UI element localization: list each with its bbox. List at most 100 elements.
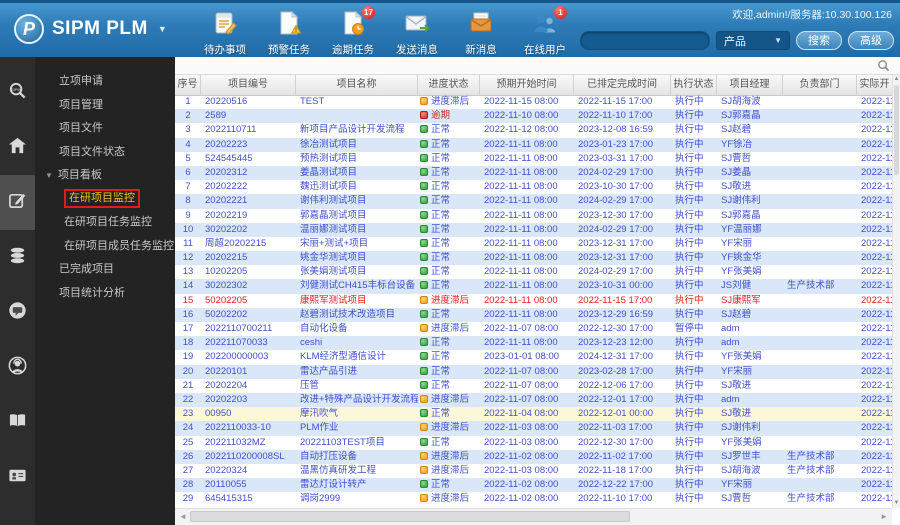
table-row[interactable]: 21 20202204 压管 正常 2022-11-07 08:00 2022-12-06… <box>175 379 892 393</box>
toolbar-send-message[interactable]: 发送消息 <box>385 10 449 57</box>
cell-project-name[interactable]: 摩汛吹气 <box>296 407 418 421</box>
cell-project-code[interactable]: 20202203 <box>201 393 296 407</box>
cell-project-code[interactable]: 20202204 <box>201 379 296 393</box>
chevron-down-icon[interactable]: ▼ <box>158 24 167 34</box>
column-header[interactable]: 项目编号 <box>201 75 296 95</box>
table-row[interactable]: 13 10202205 张美娟测试项目 正常 2022-11-11 08:00 2024-… <box>175 265 892 279</box>
cell-project-code[interactable]: 30202202 <box>201 223 296 237</box>
cell-project-code[interactable]: 20220101 <box>201 365 296 379</box>
cell-project-name[interactable]: 自动打压设备 <box>296 450 418 464</box>
menu-item-active[interactable]: 在研项目监控 <box>35 188 175 212</box>
cell-project-code[interactable]: 20202215 <box>201 251 296 265</box>
cell-project-code[interactable]: 202211032MZ <box>201 436 296 450</box>
table-row[interactable]: 7 20202222 魏迅测试项目 正常 2022-11-11 08:00 2023-10… <box>175 180 892 194</box>
table-row[interactable]: 1 20220516 TEST 进度滞后 2022-11-15 08:00 2022-11… <box>175 95 892 109</box>
menu-item[interactable]: 项目统计分析 <box>35 282 175 306</box>
table-row[interactable]: 15 50202205 康熙军测试项目 进度滞后 2022-11-11 08:00 202… <box>175 294 892 308</box>
scroll-down-icon[interactable]: ▼ <box>893 500 900 507</box>
scroll-up-icon[interactable]: ▲ <box>893 76 900 83</box>
cell-project-name[interactable] <box>296 109 418 123</box>
cell-project-name[interactable]: 谢伟利测试项目 <box>296 194 418 208</box>
cell-project-code[interactable]: 20220516 <box>201 95 296 109</box>
cell-project-code[interactable]: 50202205 <box>201 294 296 308</box>
cell-project-code[interactable]: 524545445 <box>201 152 296 166</box>
toolbar-warning-task[interactable]: ! 预警任务 <box>257 10 321 57</box>
column-header[interactable]: 项目名称 <box>296 75 418 95</box>
cell-project-name[interactable]: ceshi <box>296 336 418 350</box>
cell-project-name[interactable]: 20221103TEST项目 <box>296 436 418 450</box>
cell-project-name[interactable]: 雷达灯设计转产 <box>296 478 418 492</box>
column-header[interactable]: 进度状态 <box>418 75 480 95</box>
cell-project-name[interactable]: 新项目产品设计开发流程 <box>296 123 418 137</box>
column-header[interactable]: 执行状态 <box>671 75 717 95</box>
rail-database-icon[interactable] <box>0 230 35 285</box>
cell-project-name[interactable]: 温黑仿真研发工程 <box>296 464 418 478</box>
table-row[interactable]: 17 2022110700211 自动化设备 进度滞后 2022-11-07 08:00… <box>175 322 892 336</box>
vertical-scroll-thumb[interactable] <box>894 85 899 175</box>
toolbar-new-message[interactable]: 新消息 <box>449 10 513 57</box>
table-row[interactable]: 22 20202203 改进+特殊产品设计开发流程 进度滞后 2022-11-07 08… <box>175 392 892 408</box>
cell-project-code[interactable]: 20202222 <box>201 180 296 194</box>
table-row[interactable]: 20 20220101 雷达产品引进 正常 2022-11-07 08:00 2023-0… <box>175 364 892 379</box>
table-row[interactable]: 18 202211070033 ceshi 正常 2022-11-11 08:00 202… <box>175 336 892 351</box>
toolbar-overdue-task[interactable]: 17 逾期任务 <box>321 6 385 57</box>
cell-project-code[interactable]: 2022110711 <box>201 123 296 137</box>
table-row[interactable]: 10 30202202 温丽娜测试项目 正常 2022-11-11 08:00 2024-… <box>175 222 892 237</box>
menu-item[interactable]: 已完成项目 <box>35 258 175 282</box>
scroll-right-icon[interactable]: ► <box>880 509 888 525</box>
table-row[interactable]: 24 2022110033-10 PLM作业 进度滞后 2022-11-03 08:00… <box>175 421 892 436</box>
cell-project-code[interactable]: 20202219 <box>201 209 296 223</box>
rail-edit-icon[interactable] <box>0 175 35 230</box>
cell-project-code[interactable]: 202200000003 <box>201 350 296 364</box>
menu-item[interactable]: 项目文件 <box>35 117 175 141</box>
column-header[interactable]: 序号 <box>175 75 201 95</box>
table-row[interactable]: 28 20110055 雷达灯设计转产 正常 2022-11-02 08:00 2022-… <box>175 478 892 493</box>
column-header[interactable]: 预期开始时间 <box>480 75 574 95</box>
menu-item[interactable]: 项目管理 <box>35 94 175 118</box>
rail-chat-icon[interactable] <box>0 285 35 340</box>
cell-project-name[interactable]: 雷达产品引进 <box>296 365 418 379</box>
cell-project-name[interactable]: 预热测试项目 <box>296 152 418 166</box>
cell-project-code[interactable]: 00950 <box>201 407 296 421</box>
cell-project-name[interactable]: PLM作业 <box>296 421 418 435</box>
menu-item[interactable]: 在研项目成员任务监控 <box>35 235 175 259</box>
cell-project-name[interactable]: 改进+特殊产品设计开发流程 <box>296 393 418 407</box>
table-row[interactable]: 19 202200000003 KLM经济型通信设计 正常 2023-01-01 08:… <box>175 350 892 364</box>
menu-item[interactable]: ▼ 项目看板 <box>35 164 175 188</box>
toolbar-todo[interactable]: 待办事项 <box>193 10 257 57</box>
logo[interactable]: P SIPM PLM ▼ <box>14 14 167 44</box>
cell-project-name[interactable]: 压管 <box>296 379 418 393</box>
cell-project-name[interactable]: 刘健测试CH415丰标台设备 <box>296 279 418 293</box>
table-row[interactable]: 12 20202215 姚金华测试项目 正常 2022-11-11 08:00 2023-… <box>175 251 892 266</box>
table-row[interactable]: 27 20220324 温黑仿真研发工程 进度滞后 2022-11-03 08:00 20… <box>175 464 892 478</box>
table-row[interactable]: 11 周超20202215 宋丽+测试+项目 正常 2022-11-11 08:00 20… <box>175 237 892 251</box>
menu-item[interactable]: 项目文件状态 <box>35 141 175 165</box>
cell-project-code[interactable]: 20202221 <box>201 194 296 208</box>
global-search-input[interactable] <box>580 31 710 50</box>
table-row[interactable]: 14 30202302 刘健测试CH415丰标台设备 正常 2022-11-11 08:… <box>175 279 892 294</box>
advanced-button[interactable]: 高级 <box>848 31 894 50</box>
cell-project-code[interactable]: 20202312 <box>201 166 296 180</box>
cell-project-name[interactable]: TEST <box>296 95 418 109</box>
cell-project-name[interactable]: 张美娟测试项目 <box>296 265 418 279</box>
table-row[interactable]: 4 20202223 徐冶测试项目 正常 2022-11-11 08:00 2023-01… <box>175 137 892 152</box>
cell-project-name[interactable]: 郭嘉晶测试项目 <box>296 209 418 223</box>
cell-project-code[interactable]: 202211070033 <box>201 336 296 350</box>
table-row[interactable]: 2 2589 逾期 2022-11-10 08:00 2022-11-10 17:00 执… <box>175 109 892 124</box>
column-header[interactable]: 负责部门 <box>783 75 857 95</box>
column-header[interactable]: 项目经理 <box>717 75 783 95</box>
search-category-select[interactable]: 产品 ▼ <box>716 31 790 50</box>
rail-idcard-icon[interactable] <box>0 450 35 505</box>
column-header[interactable]: 已排定完成时间 <box>574 75 671 95</box>
cell-project-code[interactable]: 周超20202215 <box>201 237 296 251</box>
toolbar-online-users[interactable]: 1 在线用户 <box>513 6 577 57</box>
scroll-left-icon[interactable]: ◄ <box>179 509 187 525</box>
cell-project-code[interactable]: 2022110200008SL <box>201 450 296 464</box>
menu-item[interactable]: 在研项目任务监控 <box>35 211 175 235</box>
menu-item[interactable]: 立项申请 <box>35 70 175 94</box>
horizontal-scrollbar[interactable]: ◄ ► <box>175 508 892 525</box>
cell-project-code[interactable]: 20110055 <box>201 478 296 492</box>
cell-project-name[interactable]: 姜晶测试项目 <box>296 166 418 180</box>
table-row[interactable]: 6 20202312 姜晶测试项目 正常 2022-11-11 08:00 2024-02… <box>175 165 892 181</box>
table-row[interactable]: 3 2022110711 新项目产品设计开发流程 正常 2022-11-12 08:00… <box>175 123 892 137</box>
